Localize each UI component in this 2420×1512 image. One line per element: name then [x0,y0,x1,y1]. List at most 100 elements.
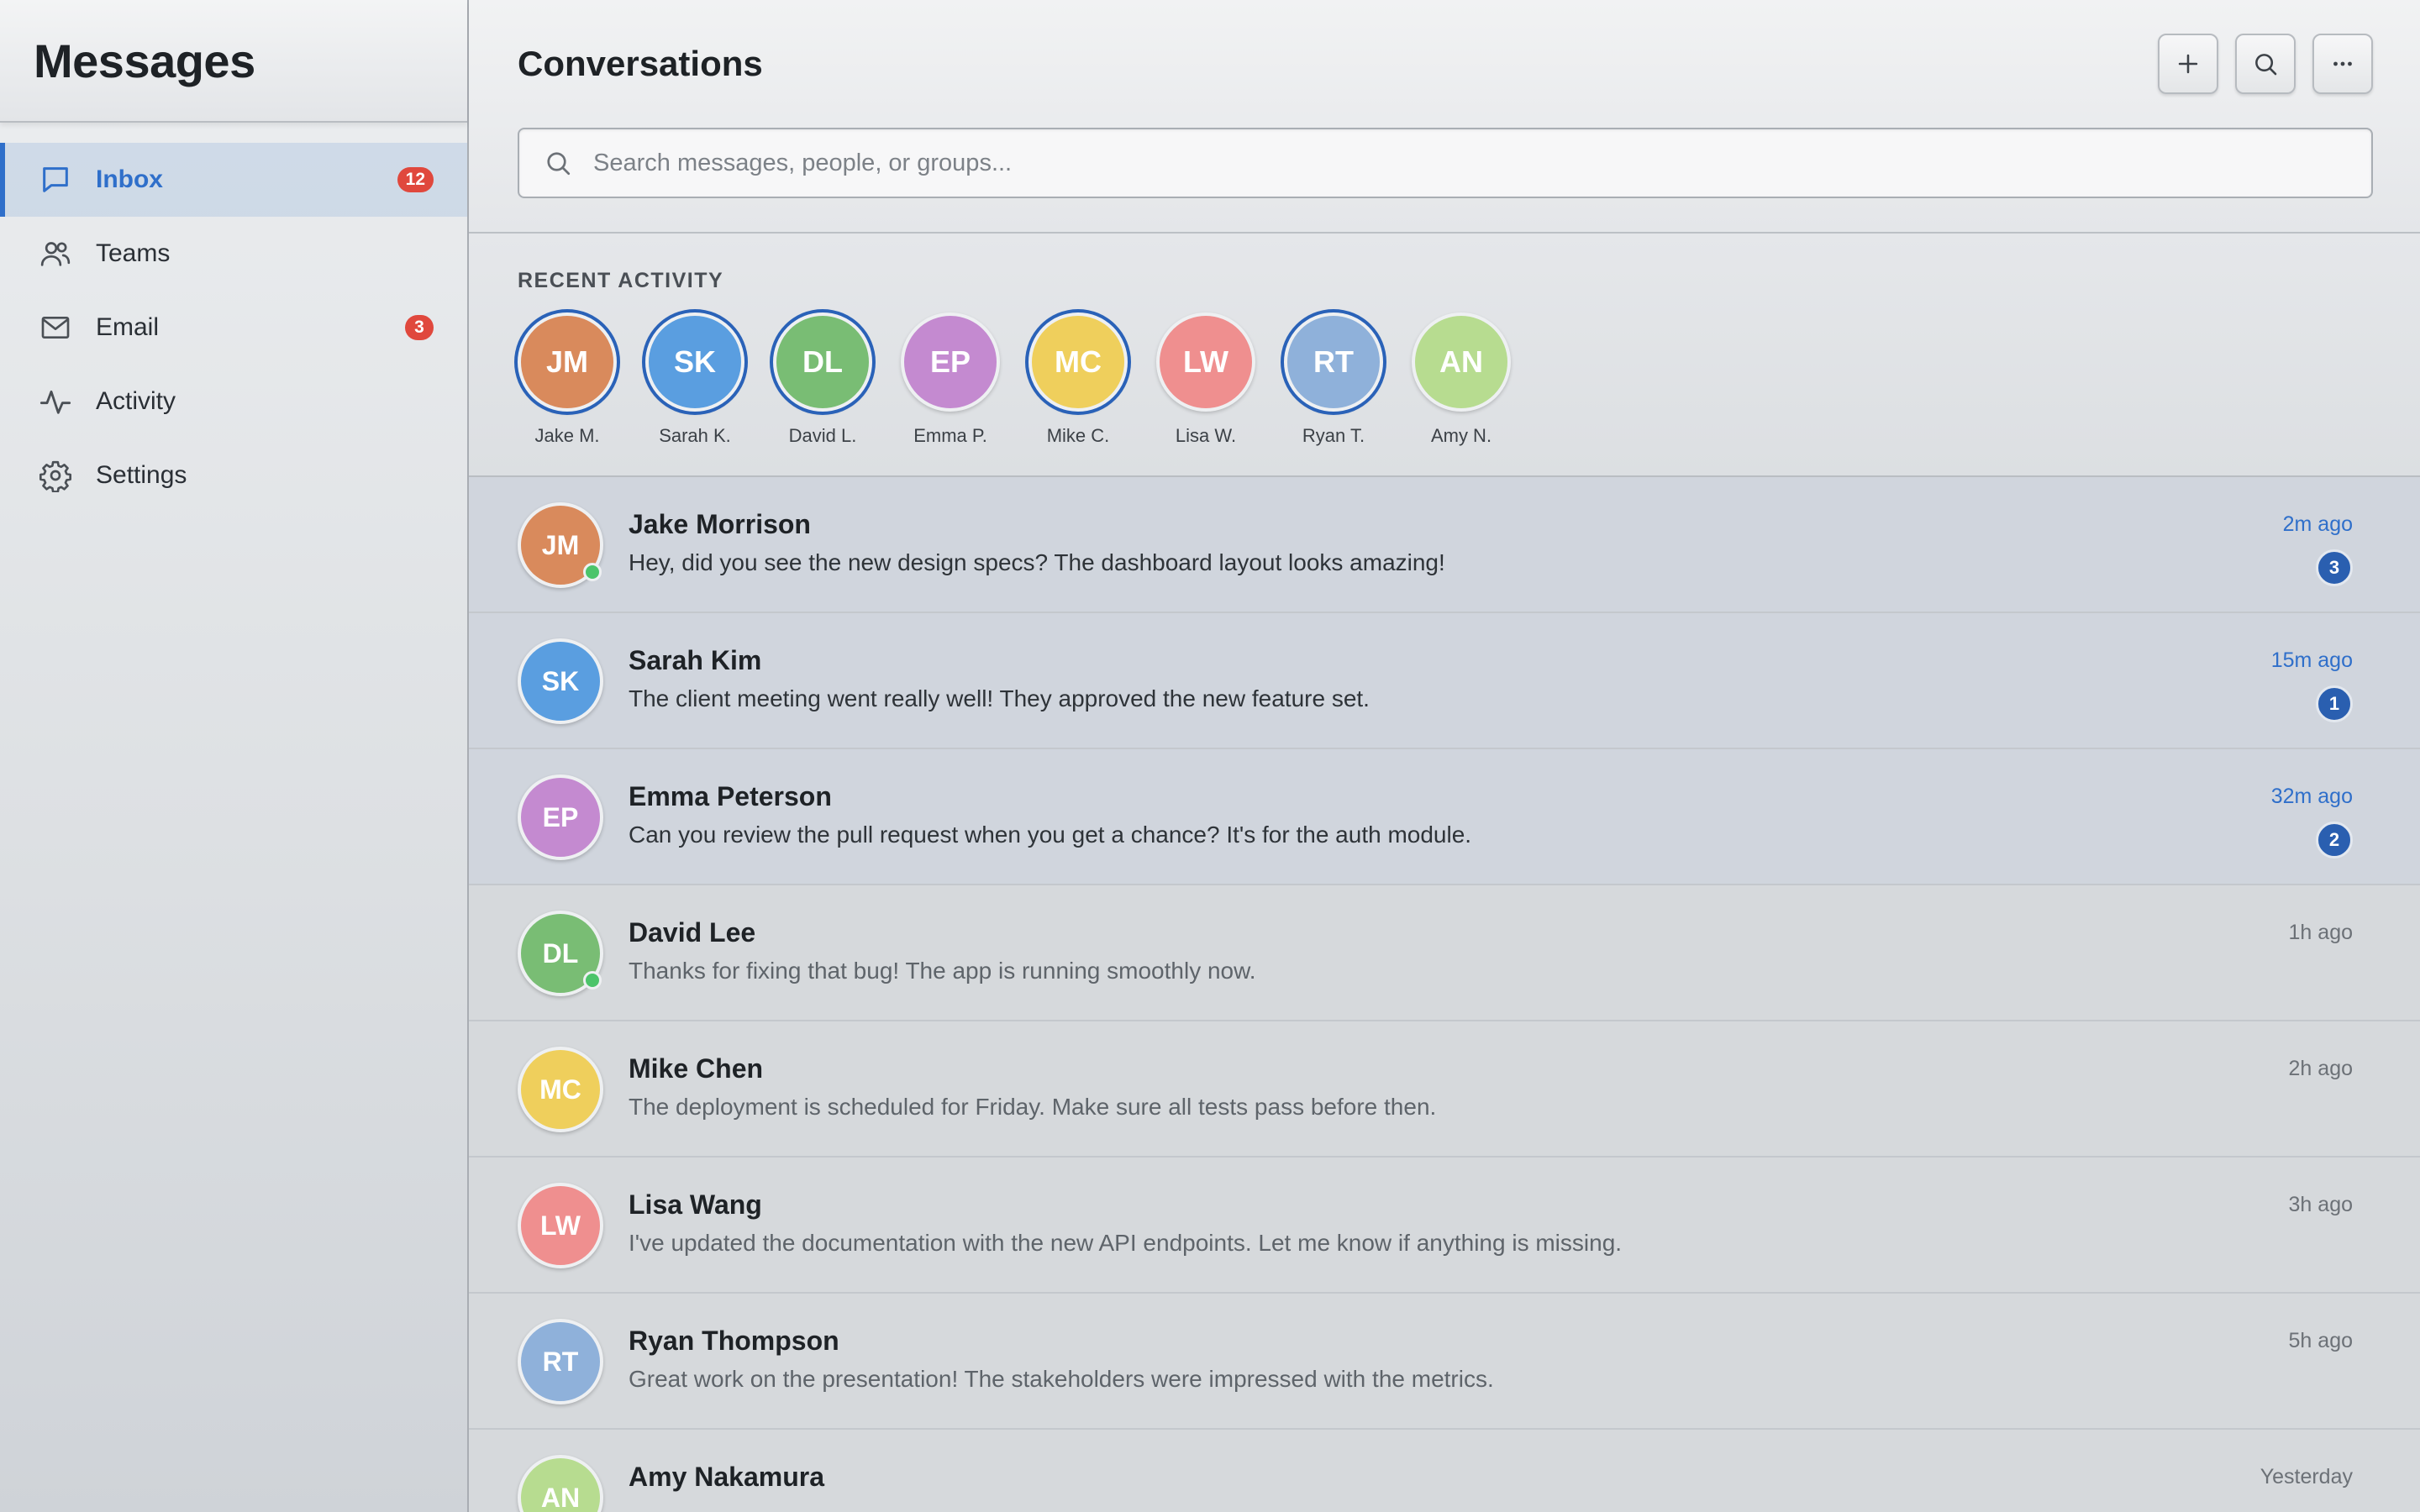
search-input[interactable] [593,149,2371,177]
sidebar-item-label: Email [96,313,160,341]
sidebar-item-inbox[interactable]: Inbox 12 [0,143,467,217]
recent-contact-name: Ryan T. [1302,425,1365,446]
conversation-preview: Can you review the pull request when you… [629,822,1472,848]
conversation-preview: Thanks for fixing that bug! The app is r… [629,958,1256,984]
avatar: LW [1156,312,1255,412]
avatar-initials: MC [539,1074,581,1105]
avatar: RT [518,1319,603,1404]
search-bar [518,128,2373,198]
recent-contact-name: Sarah K. [659,425,731,446]
page-title: Conversations [518,44,763,83]
conversation-name: Jake Morrison [629,509,811,539]
sidebar-item-email[interactable]: Email 3 [0,291,467,365]
avatar-initials: SK [541,665,580,696]
search-button[interactable] [2235,34,2296,94]
chat-bubble-icon [37,161,74,198]
more-horizontal-icon [2333,61,2352,66]
avatar: SK [645,312,744,412]
conversation-time: 3h ago [2288,1193,2353,1216]
sidebar-item-label: Inbox [96,165,163,193]
more-options-button[interactable] [2312,34,2373,94]
avatar-initials: LW [540,1210,581,1241]
conversation-item[interactable]: DL David Lee Thanks for fixing that bug!… [469,885,2420,1021]
conversation-name: Sarah Kim [629,645,762,675]
avatar-initials: DL [542,937,579,969]
recent-activity: RECENT ACTIVITY JM Jake M. SK Sarah K. D… [469,234,2420,477]
pulse-icon [37,383,74,420]
recent-contact-name: Mike C. [1046,425,1110,446]
recent-contact-ryan[interactable]: RT Ryan T. [1284,312,1383,447]
topbar: Conversations [469,0,2420,234]
conversation-preview: Great work on the presentation! The stak… [629,1366,1494,1392]
avatar: MC [1028,312,1128,412]
avatar: AN [1412,312,1511,412]
conversation-name: David Lee [629,917,756,948]
avatar: EP [518,774,603,860]
recent-contact-name: Lisa W. [1175,425,1237,446]
recent-contact-david[interactable]: DL David L. [773,312,872,447]
conversation-time: 15m ago [2270,648,2353,672]
sidebar-item-label: Activity [96,387,176,415]
conversation-item[interactable]: AN Amy Nakamura Yesterday [469,1430,2420,1512]
conversation-time: 2h ago [2288,1057,2353,1080]
unread-badge: 12 [397,167,434,192]
avatar: DL [773,312,872,412]
recent-contact-sarah[interactable]: SK Sarah K. [645,312,744,447]
recent-contact-name: Amy N. [1430,425,1492,446]
sidebar-item-label: Teams [96,239,171,267]
avatar-initials: RT [542,1346,579,1377]
conversation-item[interactable]: LW Lisa Wang I've updated the documentat… [469,1158,2420,1294]
avatar: AN [518,1455,603,1512]
recent-contact-lisa[interactable]: LW Lisa W. [1156,312,1255,447]
online-indicator [583,563,602,581]
recent-contact-mike[interactable]: MC Mike C. [1028,312,1128,447]
sidebar-item-settings[interactable]: Settings [0,438,467,512]
sidebar-item-activity[interactable]: Activity [0,365,467,438]
conversation-item[interactable]: SK Sarah Kim The client meeting went rea… [469,613,2420,749]
toolbar [2158,34,2373,94]
conversation-item[interactable]: MC Mike Chen The deployment is scheduled… [469,1021,2420,1158]
unread-count-badge: 1 [2316,685,2353,722]
plus-icon [2178,54,2198,74]
recent-contact-name: David L. [788,425,857,446]
conversation-item[interactable]: EP Emma Peterson Can you review the pull… [469,749,2420,885]
avatar: DL [518,911,603,996]
avatar: SK [518,638,603,724]
app-title: Messages [34,34,255,87]
avatar: LW [518,1183,603,1268]
avatar: JM [518,502,603,588]
recent-contact-emma[interactable]: EP Emma P. [901,312,1000,447]
sidebar-item-teams[interactable]: Teams [0,217,467,291]
main-panel: Conversations RECENT ACTIVITY [469,0,2420,1512]
conversation-item[interactable]: JM Jake Morrison Hey, did you see the ne… [469,477,2420,613]
conversation-name: Mike Chen [629,1053,764,1084]
sidebar-header: Messages [0,0,467,123]
unread-badge: 3 [405,315,434,340]
recent-activity-title: RECENT ACTIVITY [518,269,724,292]
search-icon [547,152,571,176]
conversation-preview: Hey, did you see the new design specs? T… [629,549,1445,575]
recent-contact-name: Emma P. [913,425,987,446]
conversation-time: 32m ago [2270,785,2353,808]
conversation-name: Amy Nakamura [629,1462,824,1492]
recent-activity-list: JM Jake M. SK Sarah K. DL David L. EP Em… [518,312,1511,447]
users-icon [37,235,74,272]
conversation-item[interactable]: RT Ryan Thompson Great work on the prese… [469,1294,2420,1430]
recent-contact-amy[interactable]: AN Amy N. [1412,312,1511,447]
conversation-time: 5h ago [2288,1329,2353,1352]
unread-count-badge: 3 [2316,549,2353,586]
recent-contact-jake[interactable]: JM Jake M. [518,312,617,447]
search-icon [2255,54,2277,76]
avatar-initials: AN [540,1482,581,1512]
gear-icon [37,457,74,494]
avatar-initials: EP [542,801,579,832]
conversation-name: Emma Peterson [629,781,832,811]
recent-contact-name: Jake M. [534,425,600,446]
conversation-time: Yesterday [2260,1465,2353,1488]
avatar: EP [901,312,1000,412]
unread-count-badge: 2 [2316,822,2353,858]
new-conversation-button[interactable] [2158,34,2218,94]
conversation-preview: I've updated the documentation with the … [629,1230,1623,1256]
avatar: JM [518,312,617,412]
sidebar: Messages Inbox 12 Teams Email 3 Activity… [0,0,469,1512]
